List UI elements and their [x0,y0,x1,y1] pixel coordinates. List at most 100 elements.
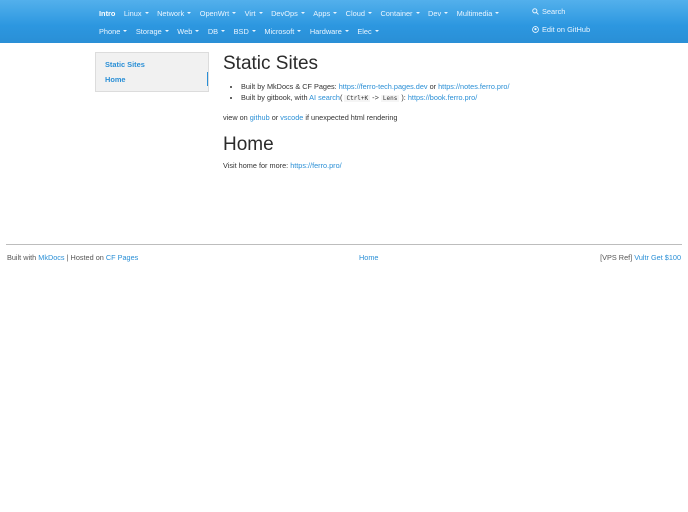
nav-item-label: OpenWrt [199,8,230,18]
caret-down-icon [495,12,500,14]
github-link[interactable]: github [250,113,270,122]
mkdocs-link[interactable]: MkDocs [38,253,64,262]
list-item: Built by gitbook, with AI search( Ctrl+K… [241,92,683,104]
nav-item-phone[interactable]: Phone [99,26,128,36]
visit-home-paragraph: Visit home for more: https://ferro.pro/ [223,161,683,171]
footer-text: [VPS Ref] [600,253,635,262]
github-label: Edit on GitHub [542,25,591,34]
search-icon [532,8,539,15]
nav-item-storage[interactable]: Storage [136,27,169,36]
caret-down-icon [297,30,302,32]
nav-item-dev[interactable]: Dev [428,8,449,18]
nav-item-label: Container [380,8,413,18]
nav-item-devops[interactable]: DevOps [271,9,305,18]
heading-static-sites: Static Sites [223,53,319,74]
para-text: Visit home for more: [223,161,291,170]
caret-down-icon [258,12,263,14]
bullet-text: Built by gitbook, with [241,93,310,102]
main-content: Static Sites Built by MkDocs & CF Pages:… [223,52,683,171]
caret-down-icon [367,12,372,14]
caret-down-icon [251,30,256,32]
caret-down-icon [374,30,379,32]
caret-down-icon [123,30,128,32]
view-on-paragraph: view on github or vscode if unexpected h… [223,113,683,123]
nav-item-web[interactable]: Web [177,26,200,36]
lens-code: Lens [380,95,400,102]
vscode-link[interactable]: vscode [280,113,303,122]
nav-item-label: DB [207,26,219,36]
caret-down-icon [333,12,338,14]
caret-down-icon [221,30,226,32]
nav-item-container[interactable]: Container [380,8,420,18]
nav-item-multimedia[interactable]: Multimedia [457,9,500,18]
nav-item-label: Dev [428,8,442,18]
nav-item-label: BSD [233,26,249,36]
toc-active-marker [206,72,208,86]
footer-right: [VPS Ref] Vultr Get $100 [600,253,681,262]
static-sites-list: Built by MkDocs & CF Pages: https://ferr… [223,81,683,104]
ferro-home-link[interactable]: https://ferro.pro/ [290,161,342,170]
nav-item-label: Network [157,8,185,18]
search-link[interactable]: Search [532,7,565,16]
table-of-contents: Static Sites Home [95,52,209,92]
nav-item-intro[interactable]: Intro [99,9,115,18]
list-item: Built by MkDocs & CF Pages: https://ferr… [241,81,683,92]
caret-down-icon [195,30,200,32]
para-text: view on [223,113,250,122]
search-label: Search [542,7,566,16]
bullet-text: Built by MkDocs & CF Pages: [241,82,339,91]
footer-divider [6,244,682,245]
footer-home-link[interactable]: Home [359,253,378,262]
para-text: if unexpected html rendering [303,113,398,122]
nav-row-secondary: Phone Storage Web DB BSD Microsoft Hardware Ele… [99,25,387,37]
bullet-text: or [427,82,439,91]
github-icon [532,26,539,33]
bullet-text: -> [370,93,381,102]
nav-item-label: Linux [123,8,142,18]
nav-row-primary: Intro Linux Network OpenWrt Virt DevOps Apps Cl… [99,7,508,19]
heading-home: Home [223,134,274,155]
nav-item-label: Elec [357,26,372,36]
top-navbar: Intro Linux Network OpenWrt Virt DevOps Apps Cl… [0,0,688,43]
nav-item-hardware[interactable]: Hardware [310,27,349,36]
caret-down-icon [232,12,237,14]
caret-down-icon [187,12,192,14]
nav-item-bsd[interactable]: BSD [234,27,256,36]
cf-pages-link[interactable]: CF Pages [106,253,138,262]
nav-item-virt[interactable]: Virt [245,9,263,18]
nav-item-label: Phone [99,26,121,36]
nav-item-label: Storage [135,26,162,36]
nav-item-label: Virt [244,8,256,18]
para-text: or [269,113,281,122]
nav-item-label: Hardware [309,26,342,36]
footer-text: Built with [7,253,39,262]
nav-item-label: Web [177,26,193,36]
nav-item-microsoft[interactable]: Microsoft [264,26,302,36]
nav-item-openwrt[interactable]: OpenWrt [199,8,237,18]
nav-item-network[interactable]: Network [157,8,192,18]
nav-item-elec[interactable]: Elec [357,26,379,36]
edit-on-github-link[interactable]: Edit on GitHub [532,25,590,34]
ferro-tech-link[interactable]: https://ferro-tech.pages.dev [339,82,428,91]
nav-item-label: Multimedia [456,8,493,18]
nav-item-label: Intro [99,8,116,18]
footer-left: Built with MkDocs | Hosted on CF Pages [7,253,138,262]
book-link[interactable]: https://book.ferro.pro/ [408,93,477,102]
toc-item-static-sites[interactable]: Static Sites [105,60,145,69]
nav-item-apps[interactable]: Apps [313,9,338,18]
footer-center: Home [359,253,378,262]
nav-item-label: DevOps [271,8,298,18]
toc-item-home[interactable]: Home [105,75,126,84]
caret-down-icon [344,30,349,32]
nav-item-label: Microsoft [264,26,295,36]
ai-search-link[interactable]: AI search [309,93,340,102]
nav-item-linux[interactable]: Linux [124,9,149,18]
vultr-link[interactable]: Vultr Get $100 [634,253,681,262]
caret-down-icon [415,12,420,14]
footer-text: | Hosted on [64,253,106,262]
caret-down-icon [164,30,169,32]
notes-link[interactable]: https://notes.ferro.pro/ [438,82,509,91]
caret-down-icon [444,12,449,14]
nav-item-db[interactable]: DB [207,26,226,36]
nav-item-cloud[interactable]: Cloud [346,9,372,18]
